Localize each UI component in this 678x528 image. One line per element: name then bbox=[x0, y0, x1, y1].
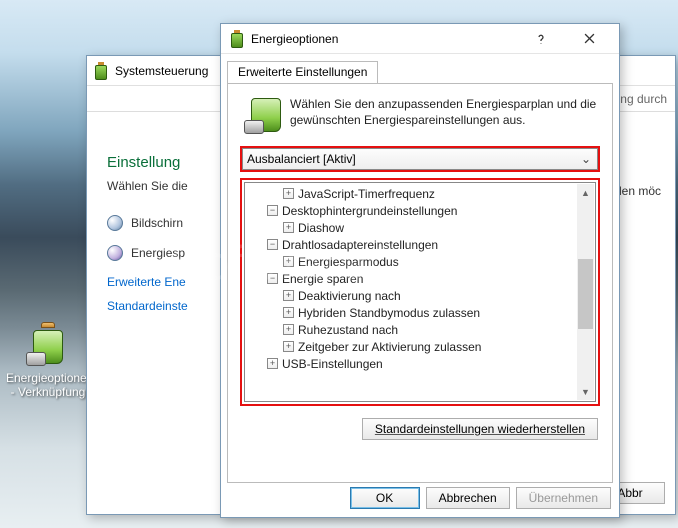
control-panel-title: Systemsteuerung bbox=[115, 64, 208, 78]
tree-row[interactable]: + JavaScript-Timerfrequenz bbox=[245, 185, 595, 202]
tree-row[interactable]: + USB-Einstellungen bbox=[245, 355, 595, 372]
settings-tree-highlight: +JavaScript-Timerfrequenz−Desktophinterg… bbox=[240, 178, 600, 406]
tree-label: Energiesparmodus bbox=[298, 255, 399, 269]
collapse-icon[interactable]: − bbox=[267, 239, 278, 250]
tab-advanced[interactable]: Erweiterte Einstellungen bbox=[227, 61, 378, 84]
close-button[interactable] bbox=[567, 28, 611, 50]
restore-defaults-button[interactable]: Standardeinstellungen wiederherstellen bbox=[362, 418, 598, 440]
power-options-dialog: Energieoptionen Erweiterte Einstellungen… bbox=[220, 23, 620, 518]
bg-row-display[interactable]: Bildschirn bbox=[131, 216, 183, 230]
battery-icon bbox=[93, 62, 109, 80]
scroll-up-icon[interactable]: ▲ bbox=[577, 184, 594, 201]
tree-row[interactable]: −Drahtlosadaptereinstellungen bbox=[245, 236, 595, 253]
tree-label: Ruhezustand nach bbox=[298, 323, 398, 337]
expand-icon[interactable]: + bbox=[283, 256, 294, 267]
shortcut-label: Energieoptionen - Verknüpfung bbox=[6, 371, 90, 399]
tree-label: USB-Einstellungen bbox=[282, 357, 383, 371]
tree-row[interactable]: + Zeitgeber zur Aktivierung zulassen bbox=[245, 338, 595, 355]
display-icon bbox=[107, 215, 123, 231]
power-icon bbox=[107, 245, 123, 261]
expand-icon[interactable]: + bbox=[267, 358, 278, 369]
dialog-title: Energieoptionen bbox=[251, 32, 338, 46]
tree-row[interactable]: + Deaktivierung nach bbox=[245, 287, 595, 304]
ok-button[interactable]: OK bbox=[350, 487, 420, 509]
tree-row[interactable]: + Energiesparmodus bbox=[245, 253, 595, 270]
tree-label: JavaScript-Timerfrequenz bbox=[298, 187, 435, 201]
tree-label: Drahtlosadaptereinstellungen bbox=[282, 238, 438, 252]
tree-row[interactable]: + Hybriden Standbymodus zulassen bbox=[245, 304, 595, 321]
collapse-icon[interactable]: − bbox=[267, 205, 278, 216]
expand-icon[interactable]: + bbox=[283, 188, 294, 199]
plan-combo-highlight: Ausbalanciert [Aktiv] ⌄ bbox=[240, 146, 600, 172]
tree-row[interactable]: + Ruhezustand nach bbox=[245, 321, 595, 338]
plan-combo[interactable]: Ausbalanciert [Aktiv] ⌄ bbox=[242, 148, 598, 170]
tree-row[interactable]: −Desktophintergrundeinstellungen bbox=[245, 202, 595, 219]
apply-button[interactable]: Übernehmen bbox=[516, 487, 611, 509]
help-button[interactable] bbox=[521, 28, 561, 50]
chevron-down-icon: ⌄ bbox=[579, 152, 593, 166]
desktop-shortcut[interactable]: Energieoptionen - Verknüpfung bbox=[6, 320, 90, 399]
expand-icon[interactable]: + bbox=[283, 341, 294, 352]
battery-icon bbox=[24, 320, 72, 368]
expand-icon[interactable]: + bbox=[283, 307, 294, 318]
settings-tree[interactable]: +JavaScript-Timerfrequenz−Desktophinterg… bbox=[244, 182, 596, 402]
collapse-icon[interactable]: − bbox=[267, 273, 278, 284]
tree-row[interactable]: −Energie sparen bbox=[245, 270, 595, 287]
cancel-button[interactable]: Abbrechen bbox=[426, 487, 510, 509]
tree-label: Diashow bbox=[298, 221, 344, 235]
expand-icon[interactable]: + bbox=[283, 222, 294, 233]
tree-label: Deaktivierung nach bbox=[298, 289, 401, 303]
scrollbar[interactable]: ▲ ▼ bbox=[577, 184, 594, 400]
intro-text: Wählen Sie den anzupassenden Energiespar… bbox=[290, 96, 598, 136]
battery-icon bbox=[229, 30, 245, 48]
battery-icon bbox=[242, 96, 282, 136]
bg-row-power[interactable]: Energiesp bbox=[131, 246, 185, 260]
dialog-titlebar[interactable]: Energieoptionen bbox=[221, 24, 619, 54]
tree-label: Energie sparen bbox=[282, 272, 363, 286]
tree-label: Hybriden Standbymodus zulassen bbox=[298, 306, 480, 320]
plan-combo-value: Ausbalanciert [Aktiv] bbox=[247, 152, 579, 166]
tab-panel: Wählen Sie den anzupassenden Energiespar… bbox=[227, 83, 613, 483]
tree-label: Desktophintergrundeinstellungen bbox=[282, 204, 457, 218]
scroll-thumb[interactable] bbox=[578, 259, 593, 329]
scroll-down-icon[interactable]: ▼ bbox=[577, 383, 594, 400]
expand-icon[interactable]: + bbox=[283, 324, 294, 335]
tree-label: Zeitgeber zur Aktivierung zulassen bbox=[298, 340, 481, 354]
tree-row[interactable]: + Diashow bbox=[245, 219, 595, 236]
expand-icon[interactable]: + bbox=[283, 290, 294, 301]
